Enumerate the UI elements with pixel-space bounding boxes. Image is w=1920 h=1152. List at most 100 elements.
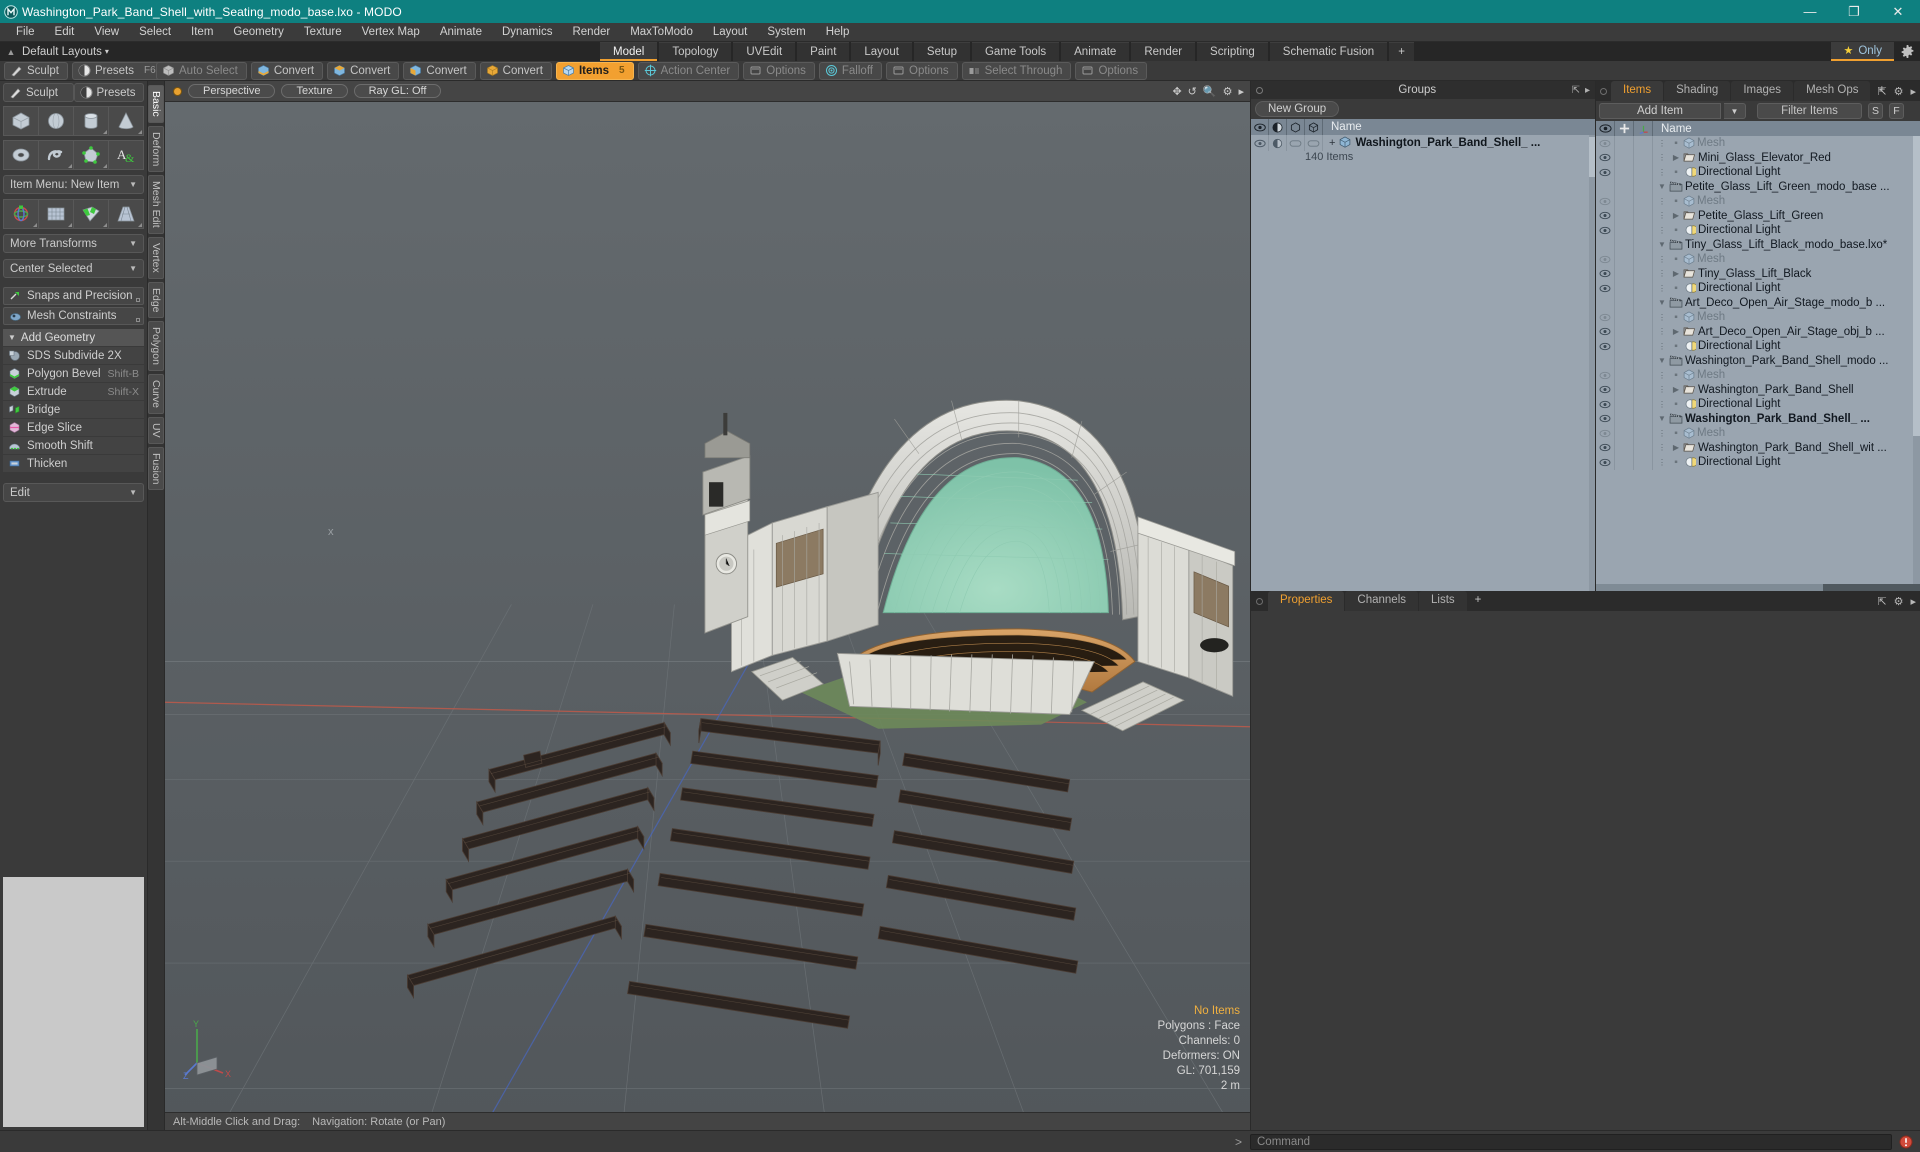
tree-marker-icon[interactable]: ▼: [1655, 182, 1669, 191]
item-visibility-toggle[interactable]: [1596, 382, 1615, 397]
list-item[interactable]: ⋮ ▪ Mesh: [1596, 426, 1920, 441]
text-primitive-icon[interactable]: A &: [109, 140, 144, 170]
tree-marker-icon[interactable]: ▼: [1655, 240, 1669, 249]
tree-marker-icon[interactable]: ▼: [1655, 414, 1669, 423]
tab-images[interactable]: Images: [1731, 81, 1794, 101]
menu-maxtomodo[interactable]: MaxToModo: [620, 23, 703, 42]
tab-shading[interactable]: Shading: [1664, 81, 1731, 101]
properties-panel-menu-dot[interactable]: [1256, 597, 1263, 605]
tree-marker-icon[interactable]: ▪: [1669, 341, 1683, 352]
lp-tab-sculpt[interactable]: Sculpt: [3, 83, 74, 102]
viewport-expand-icon[interactable]: ▸: [1238, 85, 1244, 98]
tree-marker-icon[interactable]: ▪: [1669, 225, 1683, 236]
options-button-2[interactable]: Options: [886, 61, 958, 80]
maximize-button[interactable]: ❐: [1832, 0, 1876, 23]
tree-marker-icon[interactable]: ▪: [1669, 254, 1683, 265]
tab-items[interactable]: Items: [1611, 81, 1664, 101]
item-visibility-toggle[interactable]: [1596, 455, 1615, 470]
tab-lists[interactable]: Lists: [1419, 591, 1467, 611]
rotate-viewport-icon[interactable]: ↺: [1188, 85, 1197, 98]
item-add-cell[interactable]: [1615, 266, 1634, 281]
table-row[interactable]: + Washington_Park_Band_Shell_ ...: [1251, 135, 1595, 151]
item-visibility-toggle[interactable]: [1596, 150, 1615, 165]
item-name-cell[interactable]: ⋮ ▪ Mesh: [1653, 137, 1920, 149]
list-item[interactable]: ⋮ ▪ Directional Light: [1596, 455, 1920, 470]
convert-button-4[interactable]: Convert: [479, 61, 552, 80]
auto-select-button[interactable]: Auto Select: [156, 61, 247, 80]
menu-view[interactable]: View: [84, 23, 129, 42]
item-visibility-toggle[interactable]: [1596, 310, 1615, 325]
snaps-options-handle[interactable]: [136, 298, 140, 302]
item-add-cell[interactable]: [1615, 208, 1634, 223]
list-item[interactable]: ⋮ ▪ Directional Light: [1596, 281, 1920, 296]
item-visibility-toggle[interactable]: [1596, 397, 1615, 412]
tool-polygon-bevel[interactable]: Polygon Bevel Shift-B: [3, 365, 144, 383]
item-visibility-toggle[interactable]: [1596, 252, 1615, 267]
row-shading-toggle[interactable]: [1269, 135, 1287, 151]
collapse-arrow-icon[interactable]: ▲: [0, 47, 22, 57]
viewport-settings-gear-icon[interactable]: ⚙: [1223, 85, 1233, 98]
groups-panel-menu-dot[interactable]: [1256, 86, 1263, 94]
items-more-icon[interactable]: ▸: [1910, 85, 1916, 98]
list-item[interactable]: ⋮ ▪ Mesh: [1596, 310, 1920, 325]
tree-marker-icon[interactable]: ▶: [1669, 211, 1683, 220]
item-name-cell[interactable]: ⋮ ▪ Mesh: [1653, 253, 1920, 265]
item-add-cell[interactable]: [1615, 339, 1634, 354]
snaps-precision-row[interactable]: Snaps and Precision: [3, 287, 144, 305]
item-add-cell[interactable]: [1615, 136, 1634, 151]
list-item[interactable]: ▼ Tiny_Glass_Lift_Black_modo_base.lxo*: [1596, 237, 1920, 252]
item-visibility-toggle[interactable]: [1596, 324, 1615, 339]
tree-marker-icon[interactable]: ▶: [1669, 327, 1683, 336]
close-button[interactable]: ✕: [1876, 0, 1920, 23]
vtab-edge[interactable]: Edge: [148, 281, 164, 319]
item-add-cell[interactable]: [1615, 237, 1634, 252]
menu-geometry[interactable]: Geometry: [223, 23, 294, 42]
list-item[interactable]: ▼ Petite_Glass_Lift_Green_modo_base ...: [1596, 179, 1920, 194]
spiral-primitive-icon[interactable]: [39, 140, 74, 170]
sphere-primitive-icon[interactable]: [39, 106, 74, 136]
tree-marker-icon[interactable]: ▪: [1669, 167, 1683, 178]
groups-more-icon[interactable]: ▸: [1585, 85, 1590, 96]
convert-button-1[interactable]: Convert: [250, 61, 324, 80]
convert-button-2[interactable]: Convert: [327, 61, 400, 80]
tool-smooth-shift[interactable]: Smooth Shift: [3, 437, 144, 455]
menu-file[interactable]: File: [6, 23, 45, 42]
item-transform-cell[interactable]: [1634, 397, 1653, 412]
item-transform-cell[interactable]: [1634, 179, 1653, 194]
list-item[interactable]: ⋮ ▶ Washington_Park_Band_Shell_wit ...: [1596, 440, 1920, 455]
list-item[interactable]: ▼ Washington_Park_Band_Shell_modo ...: [1596, 353, 1920, 368]
add-item-dropdown-arrow[interactable]: ▼: [1724, 103, 1746, 119]
options-button-3[interactable]: Options: [1075, 61, 1148, 80]
list-item[interactable]: ▼ Washington_Park_Band_Shell_ ...: [1596, 411, 1920, 426]
menu-render[interactable]: Render: [562, 23, 620, 42]
add-item-button[interactable]: Add Item: [1599, 103, 1721, 119]
item-name-cell[interactable]: ⋮ ▪ Directional Light: [1653, 456, 1920, 468]
item-transform-cell[interactable]: [1634, 165, 1653, 180]
item-add-cell[interactable]: [1615, 397, 1634, 412]
item-visibility-toggle[interactable]: [1596, 353, 1615, 368]
tool-edge-slice[interactable]: Edge Slice: [3, 419, 144, 437]
item-transform-cell[interactable]: [1634, 426, 1653, 441]
vtab-fusion[interactable]: Fusion: [148, 446, 164, 491]
item-visibility-toggle[interactable]: [1596, 165, 1615, 180]
item-name-cell[interactable]: ⋮ ▶ Tiny_Glass_Lift_Black: [1653, 268, 1920, 280]
item-transform-cell[interactable]: [1634, 440, 1653, 455]
item-transform-cell[interactable]: [1634, 382, 1653, 397]
item-menu-combo[interactable]: Item Menu: New Item ▼: [3, 175, 144, 194]
tab-schematic-fusion[interactable]: Schematic Fusion: [1269, 42, 1388, 61]
item-add-cell[interactable]: [1615, 368, 1634, 383]
tree-marker-icon[interactable]: ▪: [1669, 196, 1683, 207]
list-item[interactable]: ⋮ ▶ Mini_Glass_Elevator_Red: [1596, 150, 1920, 165]
tree-marker-icon[interactable]: ▶: [1669, 269, 1683, 278]
list-item[interactable]: ⋮ ▪ Mesh: [1596, 194, 1920, 209]
tab-game-tools[interactable]: Game Tools: [971, 42, 1060, 61]
item-name-cell[interactable]: ▼ Washington_Park_Band_Shell_ ...: [1653, 413, 1920, 425]
tab-uvedit[interactable]: UVEdit: [733, 42, 796, 61]
menu-system[interactable]: System: [757, 23, 815, 42]
mesh-constraints-row[interactable]: Mesh Constraints: [3, 307, 144, 325]
item-add-cell[interactable]: [1615, 411, 1634, 426]
convert-button-3[interactable]: Convert: [403, 61, 476, 80]
menu-dynamics[interactable]: Dynamics: [492, 23, 562, 42]
item-add-cell[interactable]: [1615, 324, 1634, 339]
new-group-button[interactable]: New Group: [1255, 101, 1340, 117]
